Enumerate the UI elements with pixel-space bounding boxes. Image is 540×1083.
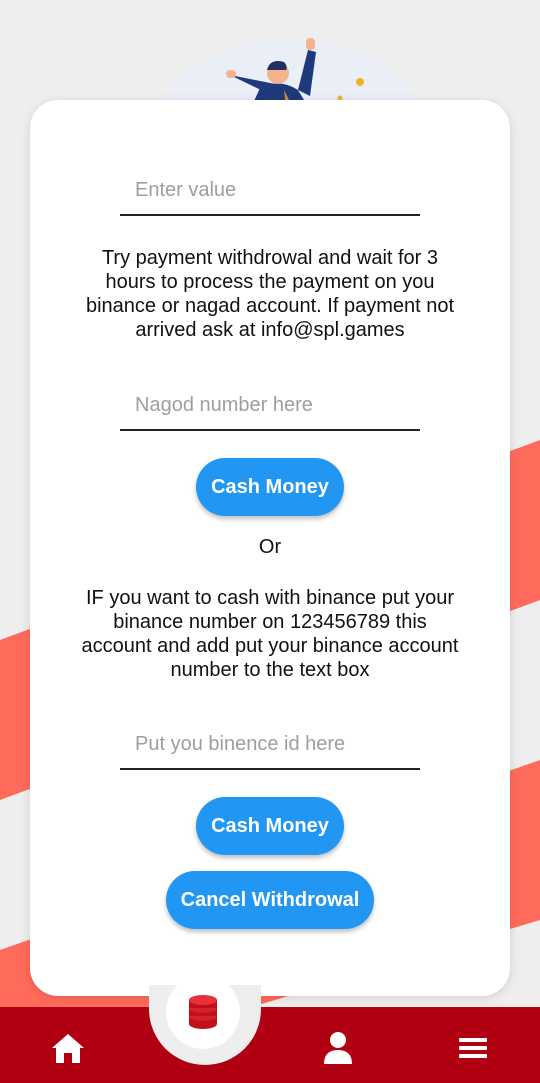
withdraw-instructions: Try payment withdrowal and wait for 3 ho… — [85, 247, 455, 341]
cancel-withdrawal-button[interactable]: Cancel Withdrowal — [166, 871, 374, 929]
celebrating-person-illustration — [226, 38, 364, 110]
coins-icon — [189, 995, 217, 1029]
cash-money-button[interactable]: Cash Money — [196, 458, 344, 516]
binance-field — [120, 720, 420, 770]
nav-item-home[interactable] — [48, 1028, 88, 1068]
nagad-number-input[interactable] — [120, 381, 420, 429]
menu-icon — [459, 1038, 487, 1058]
or-separator: Or — [258, 536, 282, 558]
user-icon — [324, 1032, 352, 1064]
nav-item-coins[interactable] — [166, 975, 240, 1049]
withdraw-card: Try payment withdrowal and wait for 3 ho… — [30, 100, 510, 996]
value-input[interactable] — [120, 166, 420, 214]
nav-item-profile[interactable] — [318, 1028, 358, 1068]
home-icon — [52, 1034, 84, 1063]
binance-instructions: IF you want to cash with binance put you… — [81, 587, 459, 681]
value-field — [120, 166, 420, 216]
nagad-field — [120, 381, 420, 431]
nav-item-menu[interactable] — [453, 1028, 493, 1068]
binance-id-input[interactable] — [120, 720, 420, 768]
cash-money-binance-button[interactable]: Cash Money — [196, 797, 344, 855]
